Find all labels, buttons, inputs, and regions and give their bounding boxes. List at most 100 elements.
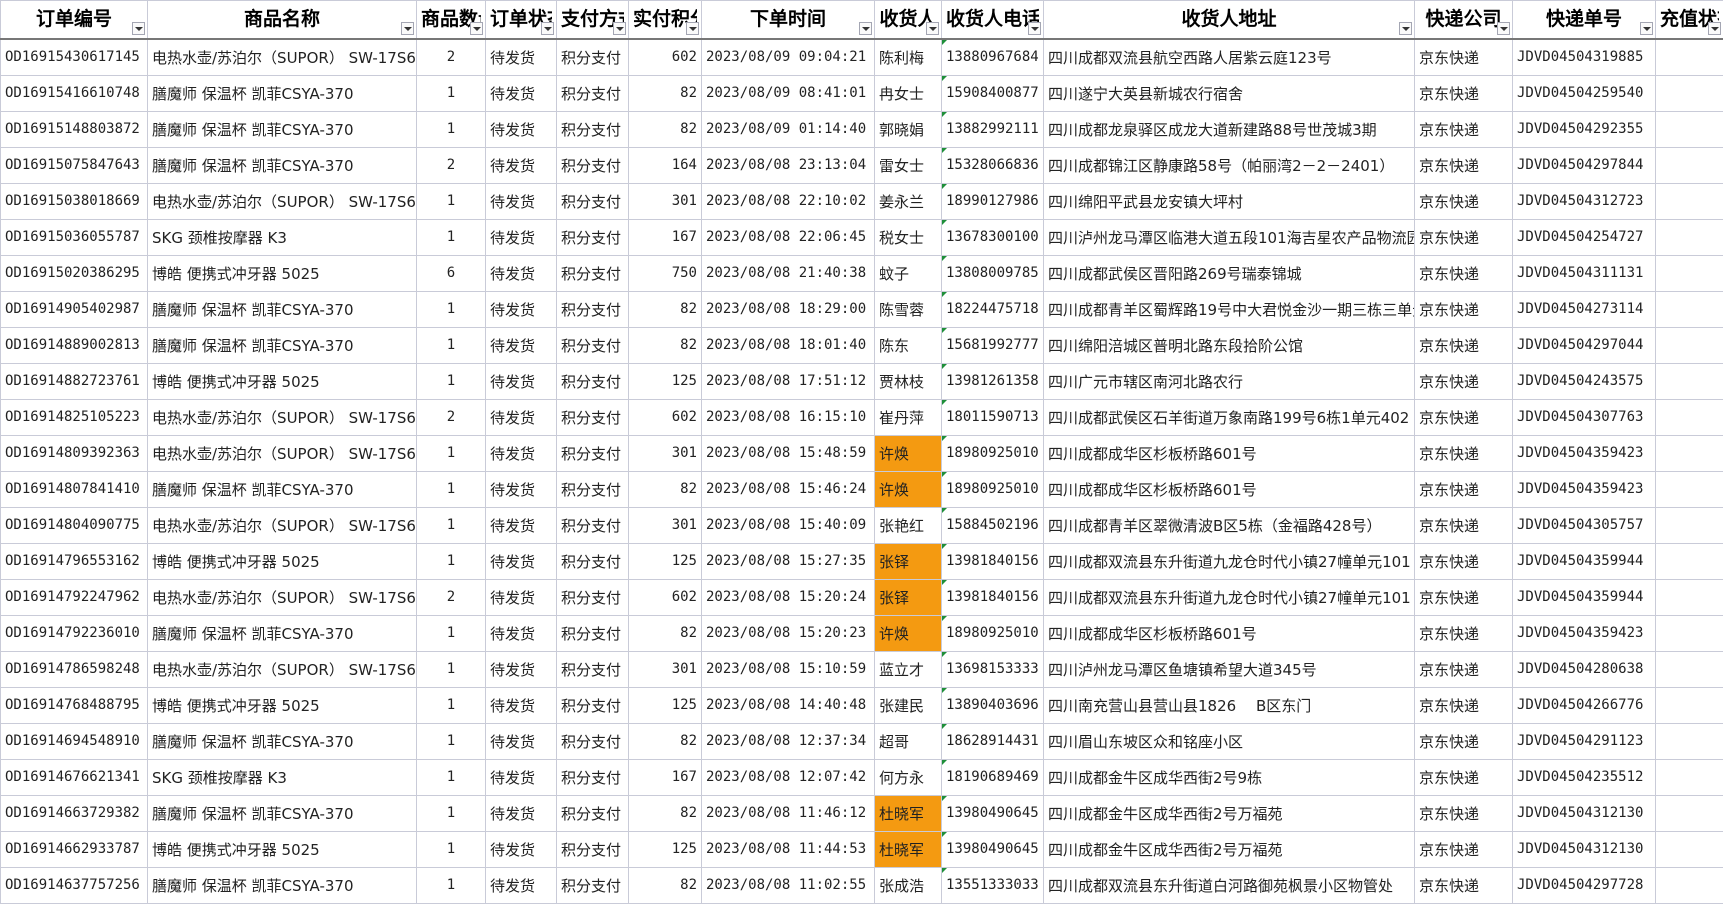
filter-dropdown-icon[interactable] — [1399, 22, 1412, 35]
cell-courier[interactable]: 京东快递 — [1415, 543, 1513, 579]
cell-receiver[interactable]: 许焕 — [875, 471, 942, 507]
cell-receiver[interactable]: 贾林枝 — [875, 363, 942, 399]
cell-address[interactable]: 四川成都锦江区静康路58号（帕丽湾2－2－2401） — [1044, 147, 1415, 183]
cell-address[interactable]: 四川成都双流县东升街道九龙仓时代小镇27幢单元101 — [1044, 579, 1415, 615]
cell-phone[interactable]: 18990127986 — [942, 183, 1044, 219]
cell-qty[interactable]: 2 — [417, 399, 486, 435]
cell-receiver[interactable]: 何方永 — [875, 759, 942, 795]
cell-time[interactable]: 2023/08/09 01:14:40 — [702, 111, 875, 147]
cell-recharge[interactable] — [1656, 831, 1723, 867]
cell-recharge[interactable] — [1656, 795, 1723, 831]
cell-pay[interactable]: 积分支付 — [557, 867, 629, 903]
cell-qty[interactable]: 1 — [417, 471, 486, 507]
cell-recharge[interactable] — [1656, 759, 1723, 795]
cell-phone[interactable]: 13880967684 — [942, 39, 1044, 75]
cell-receiver[interactable]: 崔丹萍 — [875, 399, 942, 435]
cell-receiver[interactable]: 张铎 — [875, 543, 942, 579]
cell-points[interactable]: 82 — [629, 471, 702, 507]
cell-status[interactable]: 待发货 — [486, 579, 557, 615]
column-header-address[interactable]: 收货人地址 — [1044, 1, 1415, 40]
cell-qty[interactable]: 2 — [417, 147, 486, 183]
cell-tracking[interactable]: JDVD04504359423 — [1513, 435, 1656, 471]
cell-recharge[interactable] — [1656, 39, 1723, 75]
cell-status[interactable]: 待发货 — [486, 255, 557, 291]
cell-address[interactable]: 四川成都金牛区成华西街2号万福苑 — [1044, 831, 1415, 867]
cell-status[interactable]: 待发货 — [486, 75, 557, 111]
cell-phone[interactable]: 13981840156 — [942, 579, 1044, 615]
cell-courier[interactable]: 京东快递 — [1415, 219, 1513, 255]
cell-phone[interactable]: 13551333033 — [942, 867, 1044, 903]
cell-pay[interactable]: 积分支付 — [557, 435, 629, 471]
cell-tracking[interactable]: JDVD04504266776 — [1513, 687, 1656, 723]
cell-points[interactable]: 125 — [629, 543, 702, 579]
cell-order-id[interactable]: OD16914807841410 — [1, 471, 148, 507]
cell-recharge[interactable] — [1656, 579, 1723, 615]
cell-address[interactable]: 四川成都双流县东升街道九龙仓时代小镇27幢单元101 — [1044, 543, 1415, 579]
column-header-status[interactable]: 订单状态 — [486, 1, 557, 40]
cell-tracking[interactable]: JDVD04504243575 — [1513, 363, 1656, 399]
cell-pay[interactable]: 积分支付 — [557, 507, 629, 543]
cell-address[interactable]: 四川泸州龙马潭区临港大道五段101海吉星农产品物流园 — [1044, 219, 1415, 255]
cell-receiver[interactable]: 姜永兰 — [875, 183, 942, 219]
cell-address[interactable]: 四川成都金牛区成华西街2号万福苑 — [1044, 795, 1415, 831]
cell-receiver[interactable]: 张铎 — [875, 579, 942, 615]
cell-qty[interactable]: 1 — [417, 543, 486, 579]
cell-address[interactable]: 四川成都龙泉驿区成龙大道新建路88号世茂城3期 — [1044, 111, 1415, 147]
cell-phone[interactable]: 13980490645 — [942, 831, 1044, 867]
cell-product[interactable]: 膳魔师 保温杯 凯菲CSYA-370 — [148, 111, 417, 147]
cell-courier[interactable]: 京东快递 — [1415, 111, 1513, 147]
cell-courier[interactable]: 京东快递 — [1415, 363, 1513, 399]
cell-time[interactable]: 2023/08/08 15:40:09 — [702, 507, 875, 543]
cell-product[interactable]: 膳魔师 保温杯 凯菲CSYA-370 — [148, 615, 417, 651]
cell-recharge[interactable] — [1656, 183, 1723, 219]
cell-tracking[interactable]: JDVD04504292355 — [1513, 111, 1656, 147]
cell-product[interactable]: 博皓 便携式冲牙器 5025 — [148, 543, 417, 579]
column-header-tracking[interactable]: 快递单号 — [1513, 1, 1656, 40]
cell-qty[interactable]: 1 — [417, 723, 486, 759]
cell-qty[interactable]: 1 — [417, 687, 486, 723]
cell-phone[interactable]: 18980925010 — [942, 471, 1044, 507]
cell-product[interactable]: 电热水壶/苏泊尔（SUPOR） SW-17S62A — [148, 39, 417, 75]
cell-qty[interactable]: 1 — [417, 363, 486, 399]
cell-address[interactable]: 四川成都青羊区蜀辉路19号中大君悦金沙一期三栋三单元 — [1044, 291, 1415, 327]
cell-courier[interactable]: 京东快递 — [1415, 795, 1513, 831]
cell-order-id[interactable]: OD16914792247962 — [1, 579, 148, 615]
cell-pay[interactable]: 积分支付 — [557, 39, 629, 75]
cell-tracking[interactable]: JDVD04504312130 — [1513, 795, 1656, 831]
cell-qty[interactable]: 1 — [417, 795, 486, 831]
cell-receiver[interactable]: 张建民 — [875, 687, 942, 723]
cell-time[interactable]: 2023/08/08 14:40:48 — [702, 687, 875, 723]
cell-address[interactable]: 四川遂宁大英县新城农行宿舍 — [1044, 75, 1415, 111]
cell-product[interactable]: 电热水壶/苏泊尔（SUPOR） SW-17S62A — [148, 435, 417, 471]
cell-qty[interactable]: 1 — [417, 111, 486, 147]
cell-qty[interactable]: 6 — [417, 255, 486, 291]
cell-courier[interactable]: 京东快递 — [1415, 615, 1513, 651]
cell-product[interactable]: 博皓 便携式冲牙器 5025 — [148, 831, 417, 867]
cell-status[interactable]: 待发货 — [486, 111, 557, 147]
cell-time[interactable]: 2023/08/09 08:41:01 — [702, 75, 875, 111]
cell-order-id[interactable]: OD16914662933787 — [1, 831, 148, 867]
cell-recharge[interactable] — [1656, 615, 1723, 651]
cell-phone[interactable]: 13981840156 — [942, 543, 1044, 579]
cell-pay[interactable]: 积分支付 — [557, 363, 629, 399]
cell-qty[interactable]: 1 — [417, 615, 486, 651]
cell-tracking[interactable]: JDVD04504307763 — [1513, 399, 1656, 435]
cell-address[interactable]: 四川成都双流县东升街道白河路御苑枫景小区物管处 — [1044, 867, 1415, 903]
cell-points[interactable]: 301 — [629, 183, 702, 219]
cell-order-id[interactable]: OD16914694548910 — [1, 723, 148, 759]
cell-qty[interactable]: 1 — [417, 291, 486, 327]
cell-pay[interactable]: 积分支付 — [557, 183, 629, 219]
column-header-time[interactable]: 下单时间 — [702, 1, 875, 40]
cell-status[interactable]: 待发货 — [486, 471, 557, 507]
cell-points[interactable]: 82 — [629, 795, 702, 831]
cell-address[interactable]: 四川成都成华区杉板桥路601号 — [1044, 615, 1415, 651]
cell-points[interactable]: 750 — [629, 255, 702, 291]
cell-pay[interactable]: 积分支付 — [557, 651, 629, 687]
cell-receiver[interactable]: 冉女士 — [875, 75, 942, 111]
cell-qty[interactable]: 2 — [417, 39, 486, 75]
cell-recharge[interactable] — [1656, 327, 1723, 363]
cell-time[interactable]: 2023/08/08 22:06:45 — [702, 219, 875, 255]
cell-points[interactable]: 602 — [629, 579, 702, 615]
cell-status[interactable]: 待发货 — [486, 147, 557, 183]
filter-dropdown-icon[interactable] — [541, 22, 554, 35]
